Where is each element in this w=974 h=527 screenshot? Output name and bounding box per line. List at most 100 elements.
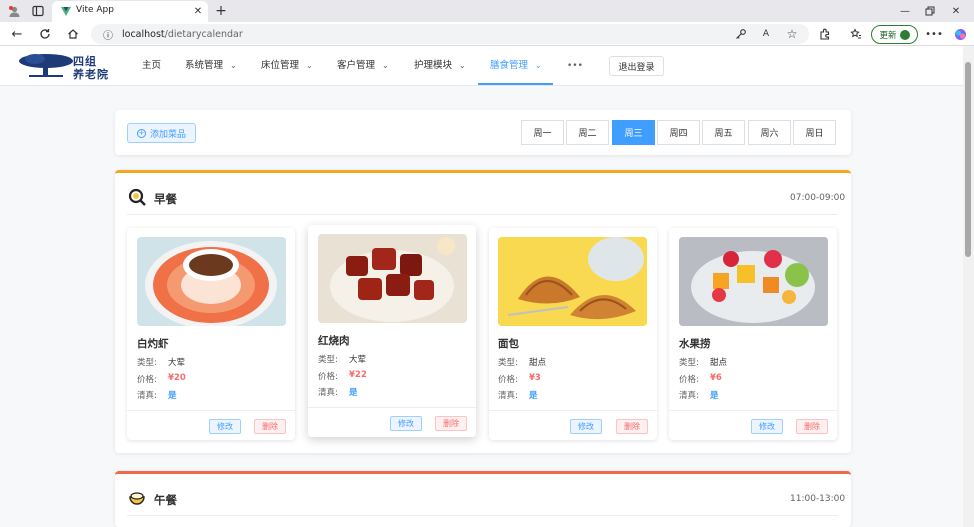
food-price: ¥20 bbox=[168, 373, 186, 383]
food-halal: 是 bbox=[710, 391, 719, 401]
add-dish-button[interactable]: + 添加菜品 bbox=[127, 123, 196, 143]
card-divider bbox=[669, 410, 837, 411]
food-type-label: 类型: bbox=[679, 358, 699, 368]
copilot-icon[interactable] bbox=[952, 26, 968, 42]
food-image-bread bbox=[498, 237, 647, 326]
day-tab-sat[interactable]: 周六 bbox=[748, 120, 791, 145]
breakfast-time: 07:00-09:00 bbox=[790, 193, 846, 203]
food-type-label: 类型: bbox=[498, 358, 518, 368]
back-icon[interactable]: ← bbox=[9, 26, 25, 42]
tab-actions-icon[interactable] bbox=[30, 3, 46, 19]
nav-label-diet: 膳食管理 bbox=[490, 60, 529, 71]
food-price-label: 价格: bbox=[498, 375, 518, 385]
nav-item-beds[interactable]: 床位管理 ⌄ bbox=[261, 46, 313, 86]
key-icon[interactable] bbox=[733, 26, 749, 42]
chevron-down-icon: ⌄ bbox=[535, 61, 542, 70]
day-tab-thu[interactable]: 周四 bbox=[657, 120, 700, 145]
food-price: ¥6 bbox=[710, 373, 722, 383]
breakfast-title: 早餐 bbox=[154, 192, 177, 206]
breakfast-divider bbox=[127, 214, 838, 215]
nav-item-customers[interactable]: 客户管理 ⌄ bbox=[337, 46, 389, 86]
food-price-label: 价格: bbox=[137, 375, 157, 385]
lunch-divider bbox=[127, 515, 838, 516]
site-info-icon[interactable]: ⓘ bbox=[100, 26, 116, 42]
favorites-icon[interactable] bbox=[848, 26, 864, 42]
edit-button[interactable]: 修改 bbox=[209, 419, 241, 434]
chevron-down-icon: ⌄ bbox=[382, 61, 389, 70]
nav-item-diet[interactable]: 膳食管理 ⌄ bbox=[478, 46, 553, 85]
food-price-label: 价格: bbox=[318, 372, 338, 382]
refresh-icon[interactable] bbox=[37, 26, 53, 42]
update-button[interactable]: 更新 bbox=[871, 25, 918, 44]
plus-circle-icon: + bbox=[136, 128, 146, 138]
restore-icon[interactable] bbox=[922, 3, 938, 19]
update-smiley-icon bbox=[899, 29, 910, 40]
breakfast-icon bbox=[128, 188, 146, 206]
food-type: 甜点 bbox=[529, 358, 547, 368]
food-halal-label: 清真: bbox=[679, 391, 699, 401]
nav-item-home[interactable]: 主页 bbox=[142, 46, 161, 86]
edit-button[interactable]: 修改 bbox=[570, 419, 602, 434]
logout-button[interactable]: 退出登录 bbox=[609, 56, 664, 76]
tab-title: Vite App bbox=[76, 5, 114, 15]
food-name: 面包 bbox=[498, 338, 519, 350]
food-type: 大荤 bbox=[168, 358, 186, 368]
food-price: ¥3 bbox=[529, 373, 541, 383]
add-dish-label: 添加菜品 bbox=[149, 129, 186, 140]
nav-item-system[interactable]: 系统管理 ⌄ bbox=[185, 46, 237, 86]
food-image-shrimp bbox=[137, 237, 286, 326]
chevron-down-icon: ⌄ bbox=[230, 61, 237, 70]
day-tab-fri[interactable]: 周五 bbox=[702, 120, 745, 145]
nav-item-nursing[interactable]: 护理模块 ⌄ bbox=[414, 46, 466, 86]
day-tab-mon[interactable]: 周一 bbox=[521, 120, 564, 145]
edit-button[interactable]: 修改 bbox=[390, 416, 422, 431]
food-image-fruit-bowl bbox=[679, 237, 828, 326]
card-divider bbox=[127, 410, 295, 411]
nav-label-customers: 客户管理 bbox=[337, 60, 376, 71]
delete-button[interactable]: 删除 bbox=[616, 419, 648, 434]
logo[interactable]: 四组 养老院 bbox=[17, 52, 129, 81]
nav-label-beds: 床位管理 bbox=[261, 60, 300, 71]
tree-logo-icon bbox=[19, 54, 73, 77]
food-price: ¥22 bbox=[349, 370, 367, 380]
chevron-down-icon: ⌄ bbox=[459, 61, 466, 70]
nav-label-nursing: 护理模块 bbox=[414, 60, 453, 71]
food-type: 甜点 bbox=[710, 358, 728, 368]
food-halal-label: 清真: bbox=[498, 391, 518, 401]
lunch-icon bbox=[128, 489, 146, 507]
close-window-icon[interactable]: ✕ bbox=[948, 3, 964, 19]
food-type-label: 类型: bbox=[318, 355, 338, 365]
home-icon[interactable] bbox=[65, 26, 81, 42]
scrollbar-thumb[interactable] bbox=[965, 62, 971, 257]
nav-more-icon[interactable]: ••• bbox=[567, 46, 583, 86]
update-label: 更新 bbox=[879, 30, 897, 41]
minimize-icon[interactable]: — bbox=[897, 3, 913, 19]
food-halal: 是 bbox=[168, 391, 177, 401]
url-text[interactable]: localhost/dietarycalendar bbox=[122, 29, 243, 40]
profile-icon[interactable] bbox=[6, 3, 22, 19]
food-halal-label: 清真: bbox=[318, 388, 338, 398]
extensions-icon[interactable] bbox=[817, 26, 833, 42]
day-tab-sun[interactable]: 周日 bbox=[793, 120, 836, 145]
delete-button[interactable]: 删除 bbox=[796, 419, 828, 434]
edit-button[interactable]: 修改 bbox=[751, 419, 783, 434]
settings-more-icon[interactable]: ••• bbox=[925, 26, 943, 42]
food-name: 白灼虾 bbox=[137, 338, 169, 350]
food-halal: 是 bbox=[529, 391, 538, 401]
card-divider bbox=[489, 410, 657, 411]
day-tab-wed[interactable]: 周三 bbox=[612, 120, 655, 145]
delete-button[interactable]: 删除 bbox=[254, 419, 286, 434]
food-type: 大荤 bbox=[349, 355, 367, 365]
delete-button[interactable]: 删除 bbox=[435, 416, 467, 431]
new-tab-icon[interactable]: + bbox=[213, 3, 229, 19]
close-tab-icon[interactable]: ✕ bbox=[190, 3, 206, 19]
chevron-down-icon: ⌄ bbox=[306, 61, 313, 70]
day-tab-tue[interactable]: 周二 bbox=[566, 120, 609, 145]
food-halal-label: 清真: bbox=[137, 391, 157, 401]
nav-label-home: 主页 bbox=[142, 60, 162, 71]
food-name: 水果捞 bbox=[679, 338, 711, 350]
favorite-star-icon[interactable]: ☆ bbox=[784, 26, 800, 42]
vite-logo-icon bbox=[58, 3, 74, 19]
logo-line2: 养老院 bbox=[73, 68, 109, 81]
read-aloud-icon[interactable]: A bbox=[758, 26, 774, 42]
